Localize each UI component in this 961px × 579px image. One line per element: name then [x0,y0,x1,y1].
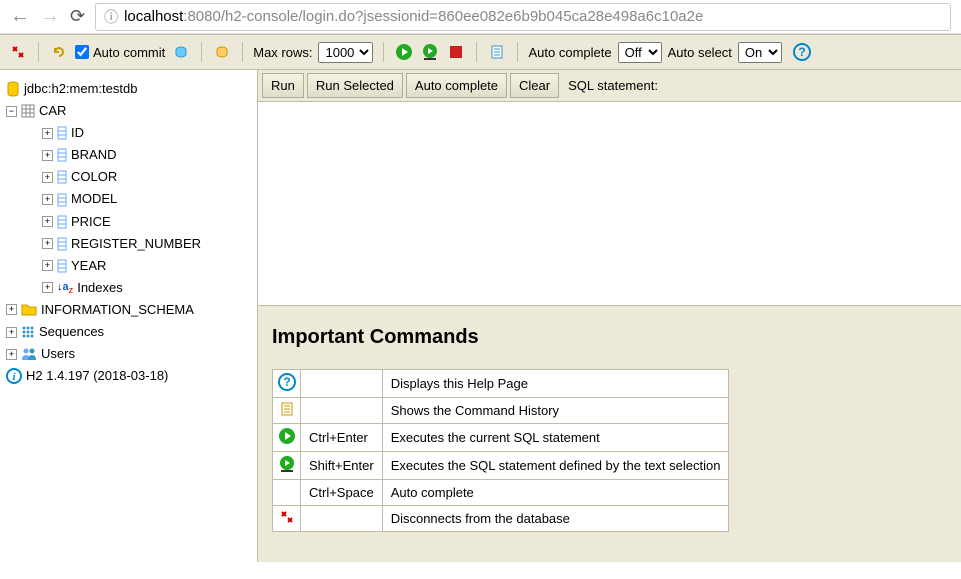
command-desc: Executes the SQL statement defined by th… [382,452,729,480]
command-row: Shows the Command History [273,398,729,424]
info-icon: ⓘ [104,7,118,27]
column-icon [57,237,67,251]
expander-plus-icon[interactable]: + [42,238,53,249]
expander-plus-icon[interactable]: + [6,349,17,360]
tree-column[interactable]: +REGISTER_NUMBER [6,233,251,255]
command-shortcut: Shift+Enter [301,452,383,480]
expander-plus-icon[interactable]: + [6,327,17,338]
svg-text:?: ? [798,45,805,59]
column-icon [57,148,67,162]
column-icon [57,193,67,207]
command-row: Shift+EnterExecutes the SQL statement de… [273,452,729,480]
run-button[interactable]: Run [262,73,304,98]
expander-plus-icon[interactable]: + [42,150,53,161]
tree-sequences[interactable]: + Sequences [6,321,251,343]
sidebar: jdbc:h2:mem:testdb − CAR +ID+BRAND+COLOR… [0,70,257,562]
toolbar: Auto commit Max rows: 1000 Auto complete… [0,34,961,70]
expander-plus-icon[interactable]: + [42,194,53,205]
tree-column[interactable]: +BRAND [6,144,251,166]
run-selected-icon[interactable] [420,42,440,62]
command-shortcut: Ctrl+Enter [301,424,383,452]
auto-complete-button[interactable]: Auto complete [406,73,507,98]
tree-column[interactable]: +YEAR [6,255,251,277]
tree-users[interactable]: + Users [6,343,251,365]
reload-button[interactable]: ⟳ [70,6,85,27]
commit-icon[interactable] [171,42,191,62]
auto-select-label: Auto select [668,45,732,60]
column-icon [57,215,67,229]
refresh-icon[interactable] [49,42,69,62]
run-icon[interactable] [394,42,414,62]
tree-info-schema[interactable]: + INFORMATION_SCHEMA [6,299,251,321]
blank-icon [273,480,301,506]
command-row: Ctrl+EnterExecutes the current SQL state… [273,424,729,452]
sql-bar: Run Run Selected Auto complete Clear SQL… [258,70,961,102]
command-row: Disconnects from the database [273,506,729,532]
command-desc: Disconnects from the database [382,506,729,532]
tree-version: i H2 1.4.197 (2018-03-18) [6,365,251,387]
history-icon [273,398,301,424]
history-icon[interactable] [487,42,507,62]
command-shortcut [301,370,383,398]
command-desc: Displays this Help Page [382,370,729,398]
runsel-icon [273,452,301,480]
auto-select-select[interactable]: On [738,42,782,63]
commands-table: ? Displays this Help PageShows the Comman… [272,369,729,532]
url-path: :8080/h2-console/login.do?jsessionid=860… [183,8,703,25]
column-icon [57,126,67,140]
help-title: Important Commands [272,326,947,349]
expander-plus-icon[interactable]: + [42,282,53,293]
command-desc: Auto complete [382,480,729,506]
tree-column[interactable]: +ID [6,122,251,144]
expander-minus-icon[interactable]: − [6,106,17,117]
run-icon [273,424,301,452]
command-desc: Executes the current SQL statement [382,424,729,452]
forward-button[interactable]: → [40,5,60,28]
tree-db[interactable]: jdbc:h2:mem:testdb [6,78,251,100]
url-host: localhost [124,8,183,25]
disconnect-icon[interactable] [8,42,28,62]
run-selected-button[interactable]: Run Selected [307,73,403,98]
tree-column[interactable]: +MODEL [6,188,251,210]
clear-button[interactable]: Clear [510,73,559,98]
sort-icon: ↓az [57,278,73,299]
tree-indexes[interactable]: + ↓az Indexes [6,277,251,299]
command-row: ? Displays this Help Page [273,370,729,398]
back-button[interactable]: ← [10,5,30,28]
command-shortcut: Ctrl+Space [301,480,383,506]
expander-plus-icon[interactable]: + [42,128,53,139]
max-rows-select[interactable]: 1000 [318,42,373,63]
svg-text:i: i [12,371,16,383]
stop-icon[interactable] [446,42,466,62]
help-icon: ? [273,370,301,398]
column-icon [57,170,67,184]
auto-complete-label: Auto complete [528,45,611,60]
expander-plus-icon[interactable]: + [42,216,53,227]
sql-label: SQL statement: [568,78,658,93]
auto-complete-select[interactable]: Off [618,42,662,63]
column-icon [57,259,67,273]
command-row: Ctrl+SpaceAuto complete [273,480,729,506]
url-bar[interactable]: ⓘ localhost:8080/h2-console/login.do?jse… [95,3,951,31]
sql-editor[interactable] [258,102,961,302]
tree-column[interactable]: +PRICE [6,211,251,233]
rollback-icon[interactable] [212,42,232,62]
command-shortcut [301,506,383,532]
expander-plus-icon[interactable]: + [6,304,17,315]
tree-table-car[interactable]: − CAR [6,100,251,122]
command-desc: Shows the Command History [382,398,729,424]
expander-plus-icon[interactable]: + [42,260,53,271]
help-icon[interactable]: ? [792,42,812,62]
command-shortcut [301,398,383,424]
tree-column[interactable]: +COLOR [6,166,251,188]
svg-text:?: ? [283,375,290,389]
auto-commit-checkbox[interactable]: Auto commit [75,45,165,60]
max-rows-label: Max rows: [253,45,312,60]
disconnect-icon [273,506,301,532]
expander-plus-icon[interactable]: + [42,172,53,183]
